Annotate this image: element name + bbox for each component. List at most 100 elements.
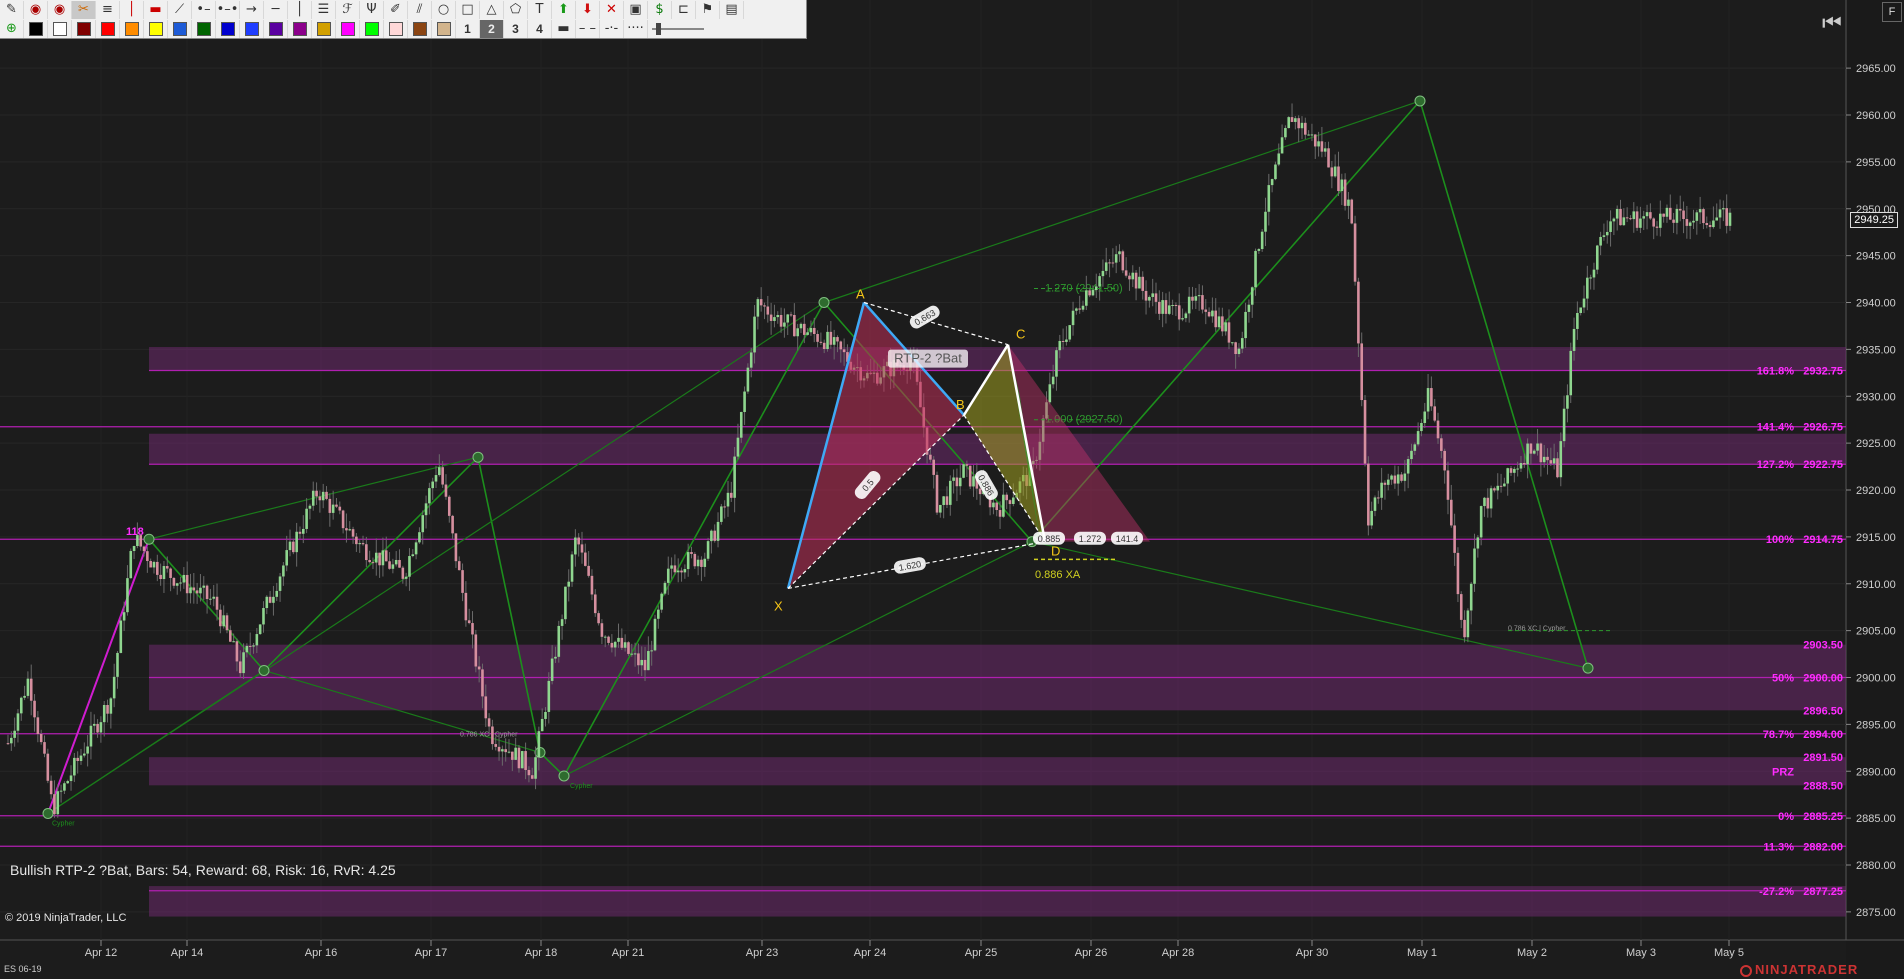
candle-body	[812, 327, 816, 335]
line-width-option[interactable]: 4	[528, 19, 552, 38]
extended-line-icon[interactable]: •–•	[216, 0, 240, 19]
candle-body	[1400, 474, 1403, 481]
fib-level-price: 2882.00	[1803, 841, 1843, 853]
candle-body	[789, 314, 793, 316]
arrow-line-icon[interactable]: →	[240, 0, 264, 19]
polygon-icon[interactable]: ⬠	[504, 0, 528, 19]
candle-body	[1519, 463, 1523, 469]
color-swatch[interactable]	[240, 19, 264, 38]
color-swatch[interactable]	[144, 19, 168, 38]
template-icon[interactable]: ▣	[624, 0, 648, 19]
candle-body	[1722, 208, 1725, 210]
color-swatch[interactable]	[72, 19, 96, 38]
color-swatch-fill	[124, 21, 139, 36]
swing-point	[558, 770, 570, 782]
ratio-label: 0.885	[1033, 531, 1065, 545]
candle-body	[401, 567, 405, 579]
pen-icon[interactable]: ✐	[384, 0, 408, 19]
fib-ext-icon[interactable]: ℱ	[336, 0, 360, 19]
text-icon[interactable]: T	[528, 0, 552, 19]
candle-body	[1386, 479, 1390, 485]
color-swatch[interactable]	[432, 19, 456, 38]
arrow-down-icon[interactable]: ⬇	[576, 0, 600, 19]
candle-body	[627, 642, 630, 654]
color-swatch[interactable]	[48, 19, 72, 38]
candle-body	[756, 299, 760, 317]
color-swatch[interactable]	[24, 19, 48, 38]
candle-body	[1625, 217, 1629, 219]
pencil-icon[interactable]: ✎	[0, 0, 24, 19]
candle-body	[730, 492, 733, 498]
slider-knob[interactable]	[656, 22, 661, 35]
candle-body	[1642, 216, 1646, 219]
color-swatch[interactable]	[192, 19, 216, 38]
color-swatch[interactable]	[336, 19, 360, 38]
collapse-panel-icon[interactable]: ⏮	[1822, 10, 1842, 36]
horizontal-line-icon[interactable]: ─	[264, 0, 288, 19]
fibonacci-icon[interactable]: ☰	[312, 0, 336, 19]
ninjatrader-logo: NINJATRADER	[1740, 962, 1858, 977]
candle-body	[584, 552, 587, 566]
vertical-line-icon[interactable]: │	[288, 0, 312, 19]
remove-icon[interactable]: ✕	[600, 0, 624, 19]
channel-icon[interactable]: ⫽	[408, 0, 432, 19]
ruler-icon[interactable]: ⊏	[672, 0, 696, 19]
hline-red-icon[interactable]: ▬	[144, 0, 168, 19]
candle-body	[235, 641, 239, 662]
pattern-name-text: RTP-2 ?Bat	[894, 351, 962, 366]
color-swatch[interactable]	[288, 19, 312, 38]
swing-point	[818, 297, 830, 308]
color-swatch[interactable]	[216, 19, 240, 38]
candle-body	[1406, 459, 1410, 474]
arrow-up-icon[interactable]: ⬆	[552, 0, 576, 19]
flag-icon[interactable]: ⚑	[696, 0, 720, 19]
line-width-option[interactable]: 3	[504, 19, 528, 38]
candle-body	[321, 491, 325, 501]
color-swatch[interactable]	[312, 19, 336, 38]
candle-body	[122, 612, 126, 621]
color-swatch[interactable]	[408, 19, 432, 38]
price-chart[interactable]: 161.8% 2932.75 141.4% 2926.75 127.2% 2922.75 1…	[0, 0, 1904, 979]
dollar-icon[interactable]: $	[648, 0, 672, 19]
f-button[interactable]: F	[1882, 2, 1902, 22]
line-icon[interactable]: ⟋	[168, 0, 192, 19]
candle-body	[1678, 208, 1682, 211]
x-tick-label: May 5	[1714, 947, 1744, 959]
line-width-option[interactable]: 2	[480, 19, 504, 38]
eye-icon[interactable]: ◉	[48, 0, 72, 19]
pitchfork-icon[interactable]: Ψ	[360, 0, 384, 19]
color-swatch[interactable]	[168, 19, 192, 38]
line-style-dash-icon[interactable]: – –	[576, 19, 600, 38]
ray-icon[interactable]: •–	[192, 0, 216, 19]
fib-level-price: 2922.75	[1803, 459, 1843, 471]
color-swatch-fill	[292, 21, 307, 36]
color-swatch[interactable]	[384, 19, 408, 38]
hline-color-icon[interactable]: ≡	[96, 0, 120, 19]
triangle-icon[interactable]: △	[480, 0, 504, 19]
scissors-icon[interactable]: ✂	[72, 0, 96, 19]
candle-body	[1297, 118, 1300, 129]
opacity-slider[interactable]	[648, 20, 708, 38]
eye-icon[interactable]: ◉	[24, 0, 48, 19]
line-style-dashdot-icon[interactable]: -·-	[600, 19, 624, 38]
candle-body	[1148, 296, 1151, 301]
circle-icon[interactable]: ○	[432, 0, 456, 19]
candle-body	[212, 596, 216, 599]
color-swatch[interactable]	[96, 19, 120, 38]
candle-body	[29, 678, 33, 701]
color-swatch[interactable]	[360, 19, 384, 38]
color-swatch[interactable]	[120, 19, 144, 38]
candle-body	[1191, 296, 1194, 301]
copyright: © 2019 NinjaTrader, LLC	[5, 912, 127, 924]
vline-icon[interactable]: │	[120, 0, 144, 19]
candle-body	[1483, 497, 1486, 507]
add-color-icon[interactable]: ⊕	[0, 19, 24, 38]
settings-icon[interactable]: ▤	[720, 0, 744, 19]
candle-body	[1672, 219, 1675, 223]
rectangle-icon[interactable]: □	[456, 0, 480, 19]
line-style-solid-icon[interactable]: ▬	[552, 19, 576, 38]
fib-level-pct: 0%	[1778, 811, 1794, 823]
color-swatch[interactable]	[264, 19, 288, 38]
line-width-option[interactable]: 1	[456, 19, 480, 38]
line-style-dot-icon[interactable]: ····	[624, 19, 648, 38]
